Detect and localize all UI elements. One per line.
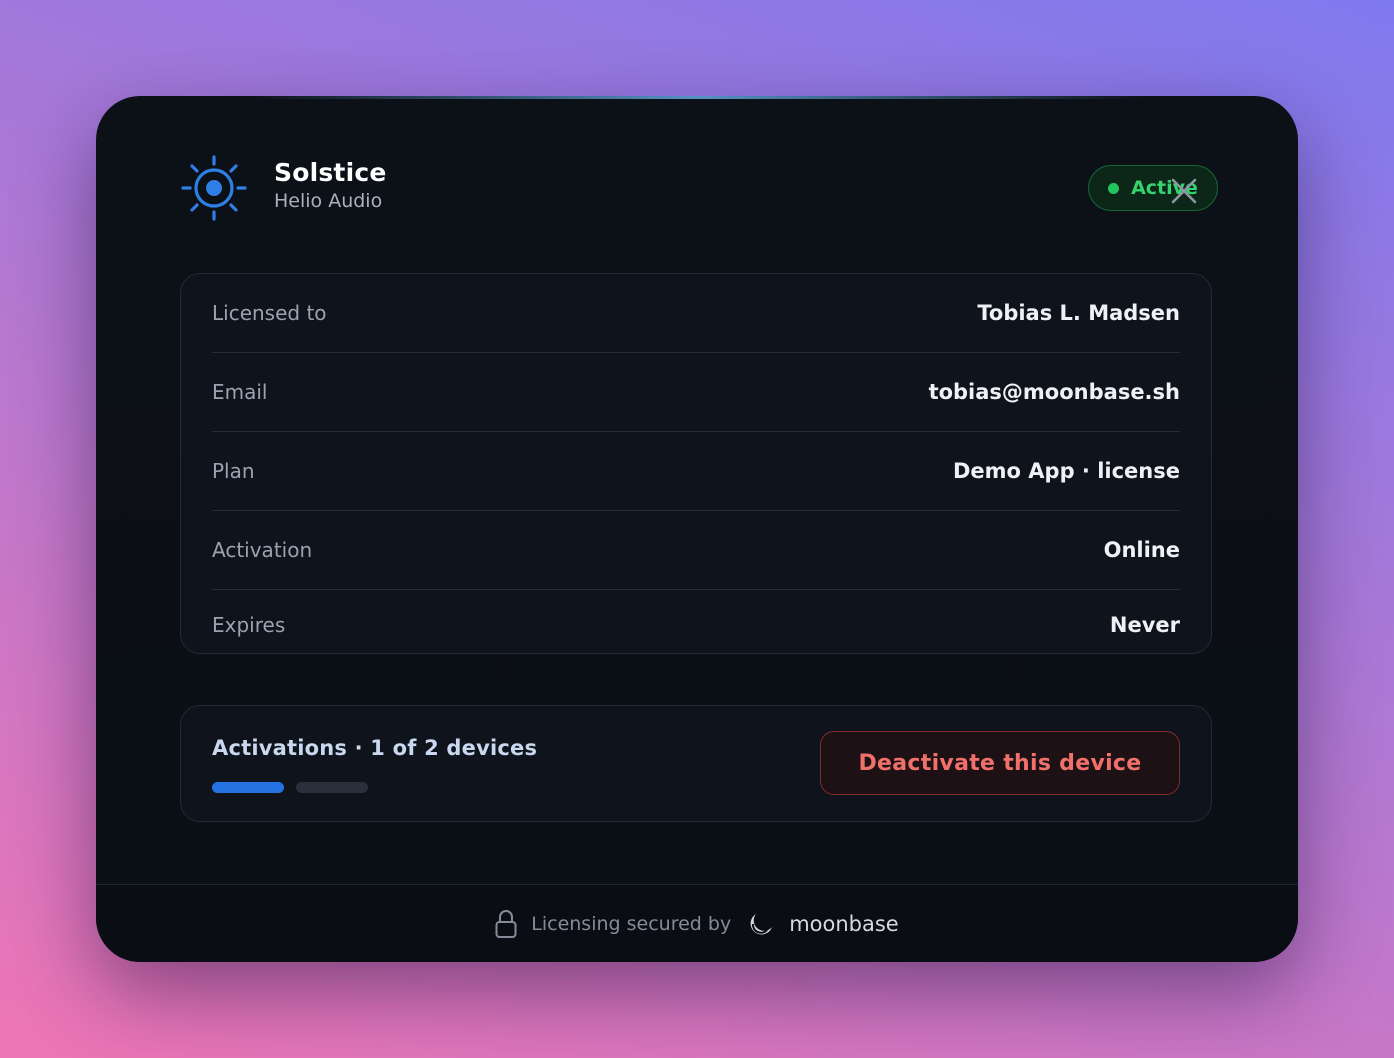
status-dot-icon [1108, 182, 1120, 194]
sun-logo-icon [181, 155, 247, 221]
row-label: Licensed to [212, 301, 327, 325]
footer: Licensing secured by moonbase [96, 884, 1298, 962]
row-label: Plan [212, 459, 255, 483]
row-value: Never [1109, 613, 1180, 637]
row-value: tobias@moonbase.sh [928, 380, 1180, 404]
row-label: Email [212, 380, 268, 404]
moonbase-logo-icon [750, 914, 773, 935]
row-value: Tobias L. Madsen [977, 301, 1180, 325]
licensed-to-row: Licensed to Tobias L. Madsen [212, 274, 1180, 353]
close-icon[interactable] [1169, 176, 1199, 206]
row-label: Expires [212, 613, 286, 637]
app-subtitle: Helio Audio [274, 190, 383, 212]
activation-slot-used [212, 782, 284, 793]
app-title: Solstice [274, 158, 387, 187]
row-value: Demo App · license [953, 459, 1180, 483]
row-value: Online [1103, 538, 1180, 562]
license-dialog: Solstice Helio Audio Active Licensed to … [96, 96, 1298, 962]
deactivate-device-button[interactable]: Deactivate this device [820, 731, 1180, 795]
footer-text: Licensing secured by [531, 913, 732, 935]
activations-label: Activations · 1 of 2 devices [212, 736, 538, 760]
activation-usage-bars [212, 782, 368, 793]
activation-row: Activation Online [212, 511, 1180, 590]
dialog-header: Solstice Helio Audio Active [180, 154, 1218, 226]
top-glow [246, 96, 1148, 99]
activation-slot-free [296, 782, 368, 793]
plan-row: Plan Demo App · license [212, 432, 1180, 511]
activations-panel: Activations · 1 of 2 devices Deactivate … [180, 705, 1212, 822]
email-row: Email tobias@moonbase.sh [212, 353, 1180, 432]
lock-icon [495, 910, 517, 938]
moonbase-brand: moonbase [789, 912, 899, 936]
license-details-panel: Licensed to Tobias L. Madsen Email tobia… [180, 273, 1212, 654]
expires-row: Expires Never [212, 590, 1180, 660]
row-label: Activation [212, 538, 313, 562]
